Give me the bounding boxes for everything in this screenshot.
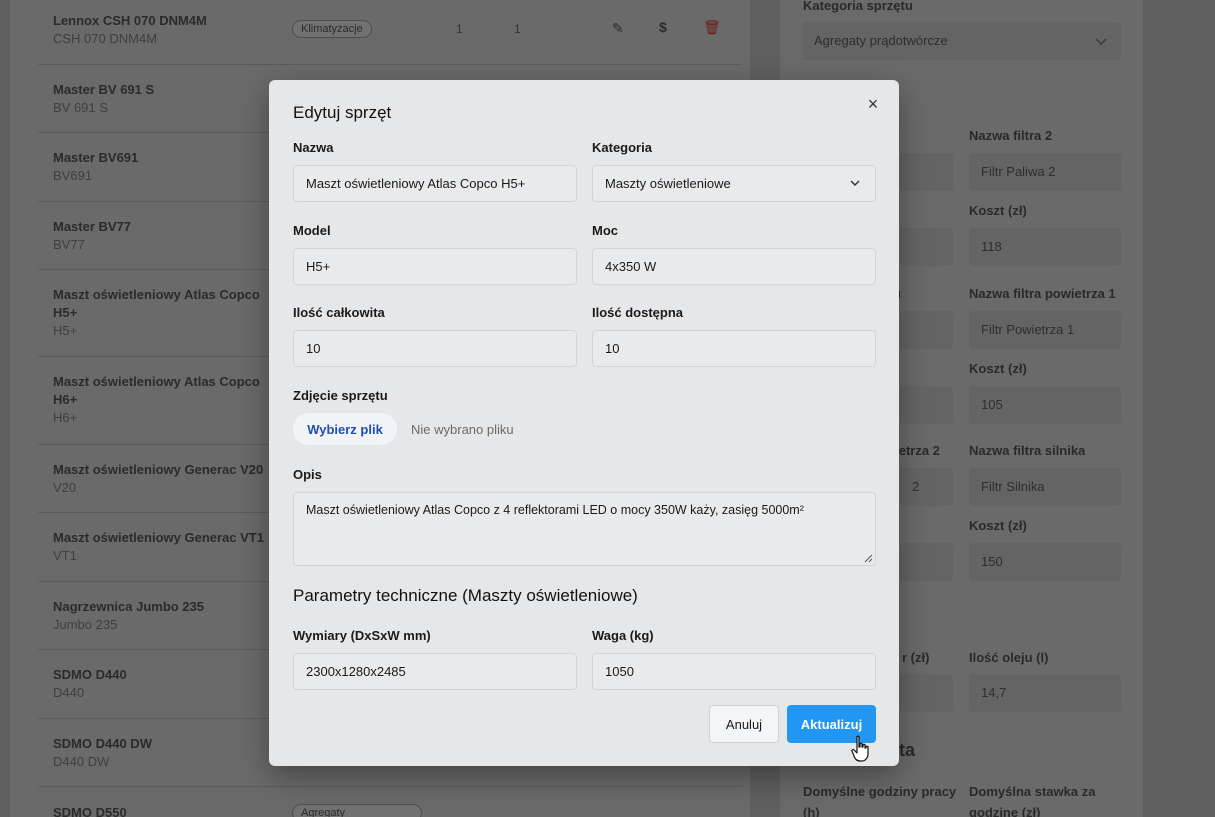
air-filter-input[interactable] (900, 311, 953, 349)
edit-equipment-modal: Edytuj sprzęt × Nazwa Maszt oświetleniow… (269, 80, 899, 766)
category-select[interactable]: Maszty oświetleniowe (592, 165, 876, 202)
description-text: Maszt oświetleniowy Atlas Copco z 4 refl… (306, 503, 804, 517)
close-icon: × (867, 94, 879, 114)
engine-filter-label: Nazwa filtra silnika (969, 443, 1086, 458)
category-badge: Klimatyzacje (292, 20, 372, 38)
item-name: Maszt oświetleniowy Atlas Copco H5+ (53, 287, 260, 320)
category-select[interactable]: Agregaty prądotwórcze (802, 22, 1121, 60)
oil-cost-label-partial: r (zł) (902, 650, 930, 665)
total-qty-label: Ilość całkowita (293, 305, 385, 320)
filter1-input[interactable] (900, 153, 953, 191)
oil-qty-input[interactable]: 14,7 (969, 674, 1121, 712)
default-hours-label: Domyślne godziny pracy (h) (803, 784, 957, 817)
air-filter1-label: Nazwa filtra powietrza 1 (969, 286, 1116, 301)
list-item[interactable]: SDMO D550 Agregaty (38, 787, 742, 817)
cancel-button[interactable]: Anuluj (709, 705, 779, 743)
list-item[interactable]: Lennox CSH 070 DNM4M CSH 070 DNM4M Klima… (38, 0, 742, 65)
name-label: Nazwa (293, 140, 334, 155)
category-select-value: Agregaty prądotwórcze (814, 33, 948, 48)
category-badge: Agregaty (292, 804, 422, 817)
model-label: Model (293, 223, 331, 238)
cost-input[interactable] (900, 543, 953, 581)
photo-label: Zdjęcie sprzętu (293, 388, 388, 403)
trash-icon[interactable]: 🗑 (703, 19, 721, 36)
item-name: Lennox CSH 070 DNM4M (53, 13, 207, 28)
filter2-input[interactable]: Filtr Paliwa 2 (969, 153, 1121, 191)
item-name: Maszt oświetleniowy Atlas Copco H6+ (53, 374, 260, 407)
description-textarea[interactable]: Maszt oświetleniowy Atlas Copco z 4 refl… (293, 492, 876, 566)
cost-input[interactable] (900, 228, 953, 266)
cost-input[interactable]: 105 (969, 386, 1121, 424)
category-label: Kategoria (592, 140, 652, 155)
weight-input[interactable]: 1050 (592, 653, 876, 690)
oil-qty-label: Ilość oleju (l) (969, 650, 1049, 665)
dimensions-input[interactable]: 2300x1280x2485 (293, 653, 577, 690)
resize-handle-icon[interactable] (863, 553, 873, 563)
dimensions-label: Wymiary (DxSxW mm) (293, 628, 431, 643)
modal-title: Edytuj sprzęt (293, 103, 392, 122)
name-input[interactable]: Maszt oświetleniowy Atlas Copco H5+ (293, 165, 577, 202)
air-filter2-input[interactable]: 2 (900, 468, 953, 506)
chevron-down-icon (850, 180, 860, 187)
cost-input[interactable]: 150 (969, 543, 1121, 581)
dollar-icon[interactable]: $ (659, 19, 667, 35)
no-file-text: Nie wybrano pliku (411, 422, 514, 437)
weight-label: Waga (kg) (592, 628, 654, 643)
technical-params-heading: Parametry techniczne (Maszty oświetlenio… (293, 586, 638, 605)
cost-label: Koszt (zł) (969, 203, 1027, 218)
close-button[interactable]: × (863, 94, 883, 114)
cost-label: Koszt (zł) (969, 361, 1027, 376)
chevron-down-icon (1095, 38, 1107, 46)
power-label: Moc (592, 223, 618, 238)
cost-input[interactable]: 118 (969, 228, 1121, 266)
hand-pointer-icon (851, 735, 869, 762)
filter2-label: Nazwa filtra 2 (969, 128, 1053, 143)
item-model: CSH 070 DNM4M (53, 31, 158, 46)
qty-total: 1 (456, 22, 463, 36)
available-qty-label: Ilość dostępna (592, 305, 684, 320)
power-input[interactable]: 4x350 W (592, 248, 876, 285)
engine-filter-input[interactable]: Filtr Silnika (969, 468, 1121, 506)
total-qty-input[interactable]: 10 (293, 330, 577, 367)
oil-cost-input[interactable] (900, 674, 953, 712)
qty-available: 1 (514, 22, 521, 36)
description-label: Opis (293, 467, 322, 482)
air-filter1-input[interactable]: Filtr Powietrza 1 (969, 311, 1121, 349)
default-rate-label: Domyślna stawka za godzinę (zł) (969, 784, 1096, 817)
category-select-value: Maszty oświetleniowe (605, 176, 731, 191)
cost-input[interactable] (900, 386, 953, 424)
available-qty-input[interactable]: 10 (592, 330, 876, 367)
choose-file-button[interactable]: Wybierz plik (293, 413, 397, 445)
cost-label: Koszt (zł) (969, 518, 1027, 533)
category-label: Kategoria sprzętu (803, 0, 913, 13)
model-input[interactable]: H5+ (293, 248, 577, 285)
edit-icon[interactable]: ✎ (612, 20, 624, 37)
